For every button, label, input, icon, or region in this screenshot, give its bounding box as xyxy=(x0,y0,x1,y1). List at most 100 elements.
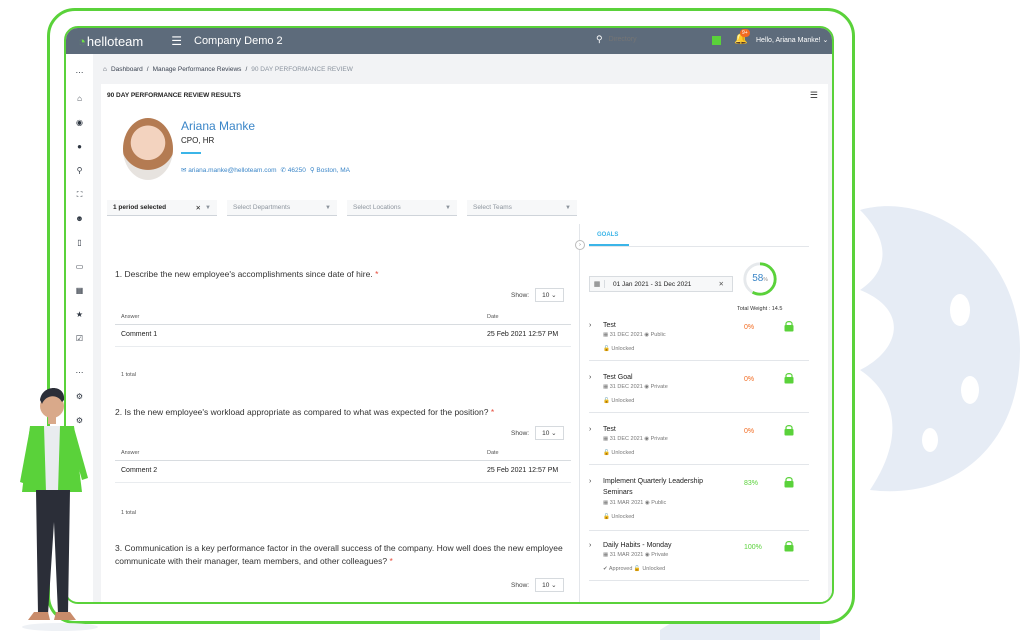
chevron-down-icon: ▼ xyxy=(445,204,451,211)
breadcrumb-current: 90 DAY PERFORMANCE REVIEW xyxy=(251,66,353,73)
app-logo[interactable]: ◔ helloteam xyxy=(78,34,143,49)
weight-lock-icon[interactable] xyxy=(783,540,795,552)
user-icon[interactable]: ● xyxy=(66,142,93,151)
document-icon[interactable]: ▯ xyxy=(66,238,93,247)
departments-filter-label: Select Departments xyxy=(233,204,291,211)
lock-open-icon: 🔓 xyxy=(603,514,610,520)
expand-chevron-icon[interactable]: › xyxy=(589,542,591,549)
total-weight: Total Weight : 14.5 xyxy=(737,306,783,312)
show-count-control: Show: 10 ⌄ xyxy=(511,288,564,302)
weight-lock-icon[interactable] xyxy=(783,476,795,488)
profile-phone[interactable]: ✆ 46250 xyxy=(281,166,306,174)
clear-icon[interactable]: ✕ xyxy=(196,204,201,212)
goal-item[interactable]: › Test ▦ 31 DEC 2021 ◉ Public 🔓 Unlocked 0% xyxy=(589,320,809,361)
show-count-control: Show: 10 ⌄ xyxy=(511,426,564,440)
goal-item[interactable]: › Test ▦ 31 DEC 2021 ◉ Private 🔓 Unlocked 0% xyxy=(589,424,809,465)
calendar-icon: ▦ xyxy=(603,384,609,390)
show-select[interactable]: 10 ⌄ xyxy=(535,426,564,440)
goal-item[interactable]: › Test Goal ▦ 31 DEC 2021 ◉ Private 🔓 Unloc… xyxy=(589,372,809,413)
goal-name: Daily Habits - Monday xyxy=(603,542,672,549)
home-icon[interactable]: ⌂ xyxy=(103,66,107,73)
calendar-icon[interactable]: ▦ xyxy=(66,286,93,295)
id-card-icon[interactable]: ▭ xyxy=(66,262,93,271)
question-1: 1. Describe the new employee's accomplis… xyxy=(115,268,567,281)
home-icon[interactable]: ⌂ xyxy=(66,94,93,103)
profile-email[interactable]: ✉ ariana.manke@helloteam.com xyxy=(181,166,277,174)
answer-cell: Comment 2 xyxy=(121,467,158,474)
more-icon[interactable]: ⋯ xyxy=(66,68,93,77)
notification-bell-icon[interactable]: 🔔 9+ xyxy=(734,29,750,45)
goal-visibility: Private xyxy=(651,552,669,558)
clear-icon[interactable]: ✕ xyxy=(719,280,724,288)
weight-lock-icon[interactable] xyxy=(783,424,795,436)
panel-menu-icon[interactable]: ☰ xyxy=(810,90,818,101)
question-3: 3. Communication is a key performance fa… xyxy=(115,542,567,568)
show-select[interactable]: 10 ⌄ xyxy=(535,288,564,302)
breadcrumb-dashboard[interactable]: Dashboard xyxy=(111,66,143,73)
eye-icon: ◉ xyxy=(644,500,650,506)
user-menu[interactable]: Hello, Ariana Manke! ⌄ xyxy=(756,36,828,44)
profile-location[interactable]: ⚲ Boston, MA xyxy=(310,166,350,174)
goal-status-row: 🔓 Unlocked xyxy=(603,346,634,352)
goal-progress: 83% xyxy=(744,480,759,487)
tab-separator xyxy=(589,246,809,247)
date-cell: 25 Feb 2021 12:57 PM xyxy=(487,467,559,474)
location-icon[interactable]: ⚲ xyxy=(66,166,93,175)
calendar-icon: ▦ xyxy=(603,500,609,506)
star-icon[interactable]: ★ xyxy=(66,310,93,319)
profile-title: CPO, HR xyxy=(181,136,215,145)
goal-progress: 0% xyxy=(744,324,755,331)
weight-lock-icon[interactable] xyxy=(783,320,795,332)
checklist-icon[interactable]: ☑ xyxy=(66,334,93,343)
status-square-icon[interactable] xyxy=(712,36,721,45)
goal-item[interactable]: › Daily Habits - Monday ▦ 31 MAR 2021 ◉ Pr… xyxy=(589,540,809,581)
goal-status-row: 🔓 Unlocked xyxy=(603,398,634,404)
goal-visibility: Private xyxy=(650,436,668,442)
show-select[interactable]: 10 ⌄ xyxy=(535,578,564,592)
dashboard-icon[interactable]: ◉ xyxy=(66,118,93,127)
required-marker: * xyxy=(490,407,495,417)
total-count: 1 total xyxy=(121,510,136,516)
column-answer: Answer xyxy=(121,450,140,456)
menu-icon[interactable]: ☰ xyxy=(171,34,182,48)
locations-filter[interactable]: Select Locations ▼ xyxy=(347,200,457,216)
goal-item[interactable]: › Implement Quarterly Leadership Seminars… xyxy=(589,476,809,531)
locations-filter-label: Select Locations xyxy=(353,204,401,211)
team-icon[interactable]: ☻ xyxy=(66,214,93,223)
expand-chevron-icon[interactable]: › xyxy=(589,478,591,485)
panel-divider xyxy=(579,224,580,602)
lock-open-icon: 🔓 xyxy=(603,346,610,352)
goal-visibility: Public xyxy=(651,500,667,506)
question-text: 3. Communication is a key performance fa… xyxy=(115,543,563,566)
top-navigation-bar: ◔helloteam ☰ Company Demo 2 ⚲ 🔔9+ Hello,… xyxy=(66,28,832,54)
goal-name: Test Goal xyxy=(603,374,633,381)
collapse-chevron-icon[interactable]: › xyxy=(575,240,585,250)
calendar-icon: ▦ xyxy=(603,332,609,338)
company-name[interactable]: Company Demo 2 xyxy=(194,35,283,47)
search-input[interactable] xyxy=(606,35,691,44)
expand-chevron-icon[interactable]: › xyxy=(589,374,591,381)
date-cell: 25 Feb 2021 12:57 PM xyxy=(487,331,559,338)
org-chart-icon[interactable]: ⛶ xyxy=(66,190,93,200)
goals-date-range[interactable]: ▦ 01 Jan 2021 - 31 Dec 2021 ✕ xyxy=(589,276,733,292)
goal-status: Unlocked xyxy=(611,514,635,520)
goals-score: 58% xyxy=(741,273,779,284)
goal-status: Approved xyxy=(608,566,633,572)
goal-visibility: Private xyxy=(650,384,668,390)
period-filter[interactable]: 1 period selected ✕ ▼ xyxy=(107,200,217,216)
expand-chevron-icon[interactable]: › xyxy=(589,322,591,329)
teams-filter[interactable]: Select Teams ▼ xyxy=(467,200,577,216)
profile-name[interactable]: Ariana Manke xyxy=(181,119,255,133)
goal-status: Unlocked xyxy=(611,450,635,456)
goal-progress: 0% xyxy=(744,376,755,383)
tab-goals[interactable]: GOALS xyxy=(597,232,618,238)
teams-filter-label: Select Teams xyxy=(473,204,512,211)
goal-status-row: ✔ Approved 🔓 Unlocked xyxy=(603,566,665,572)
lock-open-icon: 🔓 xyxy=(603,398,610,404)
calendar-icon: ▦ xyxy=(603,436,609,442)
breadcrumb-manage-reviews[interactable]: Manage Performance Reviews xyxy=(153,66,242,73)
expand-chevron-icon[interactable]: › xyxy=(589,426,591,433)
weight-lock-icon[interactable] xyxy=(783,372,795,384)
more-icon-2[interactable]: ⋯ xyxy=(66,368,93,377)
departments-filter[interactable]: Select Departments ▼ xyxy=(227,200,337,216)
